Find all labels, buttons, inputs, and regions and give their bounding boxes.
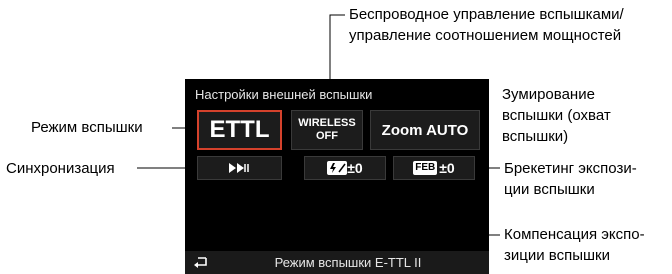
camera-screen: Настройки внешней вспышки ETTL WIRELESS … <box>185 79 489 274</box>
high-speed-sync-icon <box>228 163 249 173</box>
feb-icon: FEB <box>413 161 438 175</box>
callout-zoom: Зумирование вспышки (охват вспышки) <box>502 84 611 147</box>
sync-tile[interactable] <box>197 156 282 180</box>
feb-tile[interactable]: FEB ±0 <box>393 156 475 180</box>
flash-comp-tile[interactable]: ±0 <box>304 156 386 180</box>
zoom-value: Zoom AUTO <box>381 121 469 139</box>
callout-feb-line1: Брекетинг экспози- <box>504 160 637 177</box>
callout-wireless: Беспроводное управление вспышками/ управ… <box>349 4 624 46</box>
flash-mode-tile[interactable]: ETTL <box>197 110 282 150</box>
zoom-tile[interactable]: Zoom AUTO <box>370 110 480 150</box>
callout-sync: Синхронизация <box>6 160 115 177</box>
callout-comp: Компенсация экспо- зиции вспышки <box>504 224 645 266</box>
callout-zoom-line1: Зумирование <box>502 86 595 103</box>
flash-mode-value: ETTL <box>209 116 270 143</box>
flash-exposure-comp-icon <box>327 161 348 175</box>
callout-wireless-line1: Беспроводное управление вспышками/ <box>349 6 624 23</box>
callout-feb-line2: ции вспышки <box>504 181 595 198</box>
callout-comp-line1: Компенсация экспо- <box>504 226 645 243</box>
bottom-bar: Режим вспышки E-TTL II <box>185 251 489 274</box>
callout-wireless-line2: управление соотношением мощностей <box>349 27 622 44</box>
feb-value: ±0 <box>439 160 455 176</box>
wireless-tile[interactable]: WIRELESS OFF <box>291 110 363 150</box>
wireless-line1: WIRELESS <box>298 117 356 129</box>
screen-title: Настройки внешней вспышки <box>195 87 373 102</box>
callout-feb: Брекетинг экспози- ции вспышки <box>504 158 637 200</box>
callout-zoom-line2: вспышки (охват <box>502 107 611 124</box>
bottom-mode-label: Режим вспышки E-TTL II <box>274 255 422 270</box>
callout-zoom-line3: вспышки) <box>502 128 569 145</box>
callout-mode: Режим вспышки <box>31 119 143 136</box>
flash-comp-value: ±0 <box>347 160 363 176</box>
wireless-line2: OFF <box>316 130 338 142</box>
callout-comp-line2: зиции вспышки <box>504 247 610 264</box>
return-arrow-icon[interactable] <box>193 256 209 269</box>
